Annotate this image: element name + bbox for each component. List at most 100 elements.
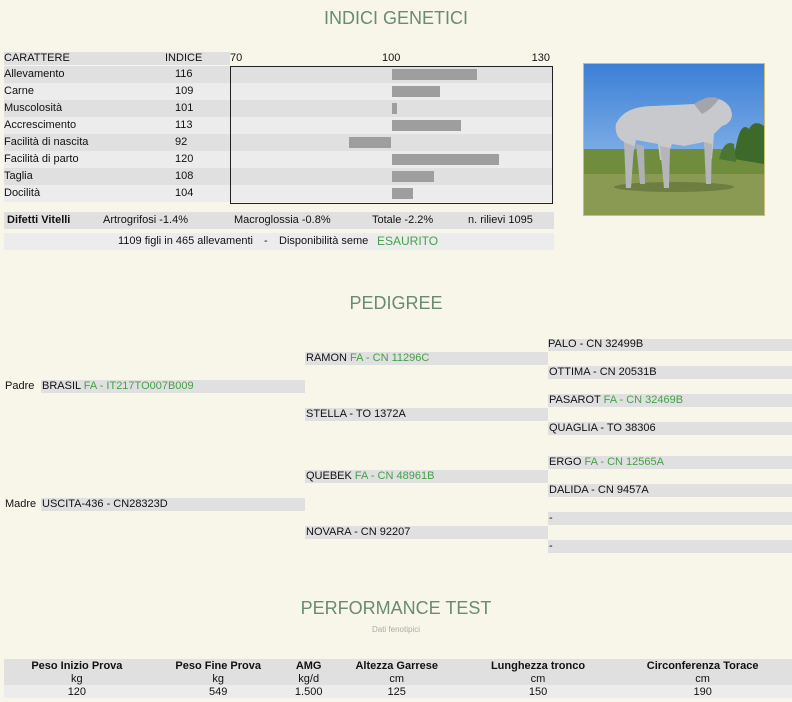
ggp-unknown-2-text: - xyxy=(549,540,553,552)
index-bar xyxy=(391,188,413,199)
ggp-quaglia-text: QUAGLIA - TO 38306 xyxy=(549,422,656,434)
scale-min: 70 xyxy=(230,52,243,64)
pat-grandfather-name: RAMON xyxy=(306,352,347,364)
mat-grandfather-name: QUEBEK xyxy=(306,470,352,482)
performance-table: Peso Inizio Prova Peso Fine Prova AMG Altez… xyxy=(4,659,792,698)
ggp-pasarot-name: PASAROT xyxy=(549,394,601,406)
macroglossia-value: Macroglossia -0.8% xyxy=(234,214,331,226)
performance-values: 190 xyxy=(613,685,792,698)
col-trait-label: CARATTERE xyxy=(4,52,70,64)
performance-headers: Peso Fine Prova xyxy=(149,659,287,672)
index-bar xyxy=(391,69,478,80)
trait-name: Allevamento xyxy=(4,68,65,80)
trait-index: 101 xyxy=(175,102,194,114)
performance-headers: Altezza Garrese xyxy=(330,659,463,672)
col-index-label: INDICE xyxy=(165,52,203,64)
trait-index: 109 xyxy=(175,85,194,97)
mother-label: Madre xyxy=(5,498,37,510)
index-bar xyxy=(391,120,462,131)
rilievi-value: n. rilievi 1095 xyxy=(468,214,533,226)
totale-value: Totale -2.2% xyxy=(372,214,434,226)
performance-values: 1.500 xyxy=(286,685,331,698)
scale-row: 70 100 130 xyxy=(230,52,550,65)
trait-name: Accrescimento xyxy=(4,119,77,131)
ggp-palo-bar-spacer xyxy=(548,339,792,351)
trait-name: Docilità xyxy=(4,187,41,199)
trait-index: 113 xyxy=(175,119,193,131)
ggp-pasarot-code: FA - CN 32469B xyxy=(603,394,684,406)
index-bar xyxy=(348,137,392,148)
trait-index: 104 xyxy=(175,187,194,199)
scale-max: 130 xyxy=(531,52,550,64)
performance-values: 125 xyxy=(330,685,463,698)
bull-photo xyxy=(583,63,765,216)
mother-name: USCITA-436 - CN28323D xyxy=(42,498,168,510)
artrogrifosi-value: Artrogrifosi -1.4% xyxy=(103,214,188,226)
performance-units: kg/d xyxy=(286,672,331,685)
ggp-dalida[interactable]: DALIDA - CN 9457A xyxy=(548,484,792,497)
pat-grandmother-text: STELLA - TO 1372A xyxy=(306,408,406,420)
ggp-ergo-code: FA - CN 12565A xyxy=(584,456,664,468)
genetic-title: INDICI GENETICI xyxy=(323,8,468,28)
mat-grandfather[interactable]: QUEBEK FA - CN 48961B xyxy=(305,470,548,483)
pedigree-title: PEDIGREE xyxy=(349,293,443,313)
offspring-separator: - xyxy=(264,235,268,247)
mother[interactable]: USCITA-436 - CN28323D xyxy=(41,498,305,511)
scale-mid: 100 xyxy=(382,52,401,64)
trait-index: 116 xyxy=(175,68,193,80)
trait-name: Carne xyxy=(4,85,34,97)
performance-units: cm xyxy=(613,672,792,685)
performance-units: cm xyxy=(330,672,463,685)
defects-label: Difetti Vitelli xyxy=(7,214,71,226)
availability-value: ESAURITO xyxy=(377,234,439,248)
performance-values: 150 xyxy=(462,685,614,698)
trait-index: 92 xyxy=(175,136,188,148)
ggp-ottima-text: OTTIMA - CN 20531B xyxy=(549,366,657,378)
performance-headers: Peso Inizio Prova xyxy=(4,659,150,672)
performance-subtitle: Dati fenotipici xyxy=(371,625,421,634)
trait-index: 120 xyxy=(175,153,194,165)
performance-units: kg xyxy=(4,672,150,685)
mat-grandmother-text: NOVARA - CN 92207 xyxy=(306,526,411,538)
father-code: FA - IT217TO007B009 xyxy=(83,380,194,392)
performance-title: PERFORMANCE TEST xyxy=(300,598,492,618)
ggp-ottima[interactable]: OTTIMA - CN 20531B xyxy=(548,366,792,379)
performance-headers: Lunghezza tronco xyxy=(462,659,614,672)
trait-name: Facilità di nascita xyxy=(4,136,89,148)
performance-values-row: 120 549 1.500 125 150 190 xyxy=(4,685,792,698)
bull-image xyxy=(584,64,764,215)
mat-grandmother[interactable]: NOVARA - CN 92207 xyxy=(305,526,548,539)
ggp-unknown-1-text: - xyxy=(549,512,553,524)
index-bar xyxy=(391,86,440,97)
pat-grandmother[interactable]: STELLA - TO 1372A xyxy=(305,408,548,421)
performance-units: cm xyxy=(462,672,614,685)
performance-headers: AMG xyxy=(286,659,331,672)
index-bar xyxy=(391,103,397,114)
father-label: Padre xyxy=(5,380,35,392)
mat-grandfather-code: FA - CN 48961B xyxy=(354,470,435,482)
trait-name: Taglia xyxy=(4,170,33,182)
ggp-dalida-text: DALIDA - CN 9457A xyxy=(549,484,649,496)
trait-name: Facilità di parto xyxy=(4,153,79,165)
performance-headers: Circonferenza Torace xyxy=(613,659,792,672)
performance-units: kg xyxy=(149,672,287,685)
ggp-ergo[interactable]: ERGO FA - CN 12565A xyxy=(548,456,792,469)
pat-grandfather[interactable]: RAMON FA - CN 11296C xyxy=(305,352,548,365)
ggp-unknown-1: - xyxy=(548,512,792,525)
father-name: BRASIL xyxy=(42,380,81,392)
ggp-unknown-2: - xyxy=(548,540,792,553)
genetic-header: CARATTERE INDICE xyxy=(4,52,230,65)
index-bar xyxy=(391,171,435,182)
offspring-count: 1109 figli in 465 allevamenti xyxy=(118,235,253,247)
trait-index: 108 xyxy=(175,170,194,182)
performance-header-row: Peso Inizio Prova Peso Fine Prova AMG Altez… xyxy=(4,659,792,672)
ggp-quaglia[interactable]: QUAGLIA - TO 38306 xyxy=(548,422,792,435)
trait-name: Muscolosità xyxy=(4,102,63,114)
performance-values: 120 xyxy=(4,685,150,698)
father[interactable]: BRASIL FA - IT217TO007B009 xyxy=(41,380,305,393)
defects-row: Difetti Vitelli Artrogrifosi -1.4% Macro… xyxy=(4,212,554,229)
pat-grandfather-code: FA - CN 11296C xyxy=(350,352,430,364)
ggp-pasarot[interactable]: PASAROT FA - CN 32469B xyxy=(548,394,792,407)
ggp-ergo-name: ERGO xyxy=(549,456,582,468)
offspring-row: 1109 figli in 465 allevamenti - Disponib… xyxy=(4,233,554,250)
